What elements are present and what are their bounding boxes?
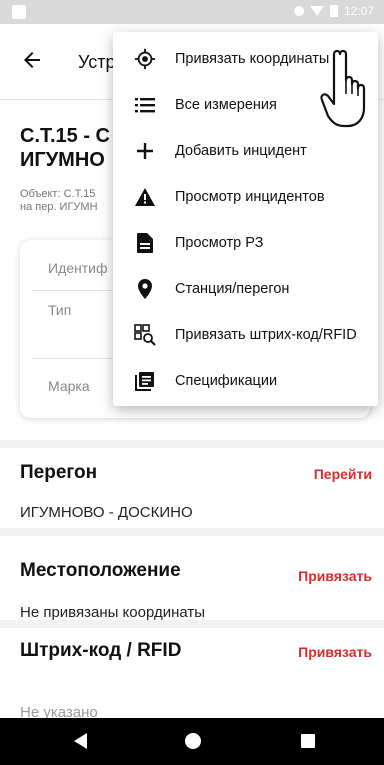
object-subtitle: Объект: С.Т.15 на пер. ИГУМН <box>20 188 112 214</box>
menu-item-label: Станция/перегон <box>175 281 290 297</box>
section-title: Местоположение <box>20 560 181 581</box>
status-time: 12:07 <box>343 4 374 18</box>
object-title-line2: ИГУМНО <box>20 149 105 171</box>
system-nav-bar <box>0 718 384 765</box>
status-bar: 12:07 <box>0 0 384 24</box>
object-title-line1: С.Т.15 - С <box>20 125 110 147</box>
section-barcode: Штрих-код / RFID Привязать Не указано <box>0 628 384 721</box>
warning-icon <box>133 185 157 209</box>
plus-icon <box>133 139 157 163</box>
menu-item-label: Привязать штрих-код/RFID <box>175 327 357 343</box>
battery-icon <box>329 5 338 17</box>
nav-recents-icon[interactable] <box>301 734 315 748</box>
list-icon <box>133 93 157 117</box>
object-subtitle-line1: Объект: С.Т.15 <box>20 188 96 200</box>
nav-home-icon[interactable] <box>185 733 201 749</box>
peregon-value: ИГУМНОВО - ДОСКИНО <box>20 504 193 521</box>
barcode-search-icon <box>133 323 157 347</box>
menu-item-station-peregon[interactable]: Станция/перегон <box>113 266 378 312</box>
bind-barcode-button[interactable]: Привязать <box>298 644 372 660</box>
menu-item-label: Добавить инцидент <box>175 143 307 159</box>
status-indicators: 12:07 <box>293 4 374 18</box>
menu-item-specifications[interactable]: Спецификации <box>113 358 378 404</box>
menu-item-label: Привязать координаты <box>175 51 330 67</box>
location-pin-icon <box>133 277 157 301</box>
document-icon <box>133 231 157 255</box>
menu-item-bind-barcode[interactable]: Привязать штрих-код/RFID <box>113 312 378 358</box>
object-subtitle-line2: на пер. ИГУМН <box>20 201 98 213</box>
menu-item-add-incident[interactable]: Добавить инцидент <box>113 128 378 174</box>
go-to-peregon-button[interactable]: Перейти <box>314 466 372 482</box>
section-title: Перегон <box>20 462 98 483</box>
location-status-icon <box>293 6 304 16</box>
menu-item-view-incidents[interactable]: Просмотр инцидентов <box>113 174 378 220</box>
crosshair-icon <box>133 47 157 71</box>
bind-location-button[interactable]: Привязать <box>298 568 372 584</box>
field-label-brand: Марка <box>48 378 90 394</box>
section-peregon: Перегон Перейти ИГУМНОВО - ДОСКИНО <box>0 448 384 528</box>
nav-back-icon[interactable] <box>74 733 87 749</box>
notification-icon <box>12 5 26 19</box>
field-label-identifier: Идентиф <box>48 260 108 276</box>
pointer-hand-icon <box>320 49 366 128</box>
location-value: Не привязаны координаты <box>20 604 206 621</box>
menu-item-view-rz[interactable]: Просмотр РЗ <box>113 220 378 266</box>
menu-item-label: Спецификации <box>175 373 278 389</box>
section-location: Местоположение Привязать Не привязаны ко… <box>0 536 384 621</box>
back-arrow-icon[interactable] <box>20 48 44 72</box>
page-title: Устр <box>78 52 116 72</box>
section-title: Штрих-код / RFID <box>20 640 182 661</box>
field-label-type: Тип <box>48 302 72 318</box>
object-title: С.Т.15 - С ИГУМНО <box>20 124 110 172</box>
wifi-icon <box>309 6 324 16</box>
menu-item-label: Просмотр инцидентов <box>175 189 325 205</box>
menu-item-label: Все измерения <box>175 97 277 113</box>
specifications-icon <box>133 369 157 393</box>
menu-item-label: Просмотр РЗ <box>175 235 264 251</box>
